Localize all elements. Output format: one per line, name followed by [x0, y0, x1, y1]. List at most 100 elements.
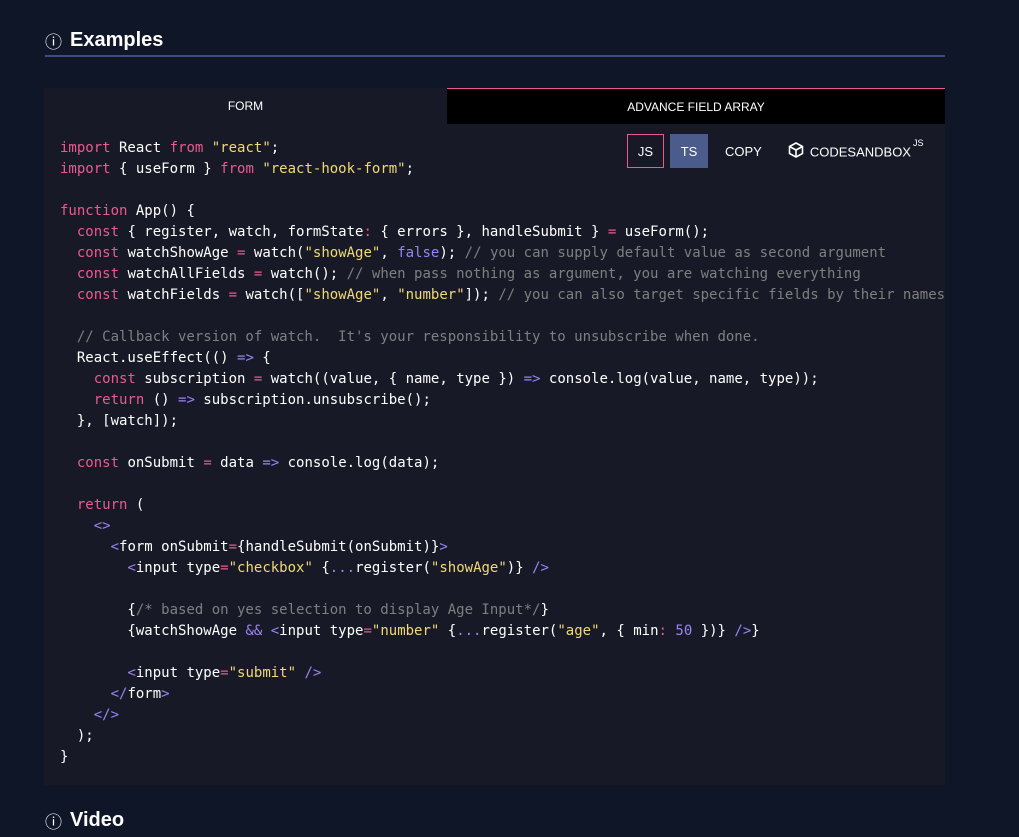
code-line: } — [60, 747, 945, 768]
code-token: ]); — [464, 287, 499, 303]
code-token: /> — [304, 665, 322, 681]
code-token: ... — [456, 623, 482, 639]
js-button[interactable]: JS — [627, 134, 664, 168]
tab-form[interactable]: FORM — [44, 88, 447, 124]
video-title: Video — [70, 809, 125, 831]
code-token: const — [76, 224, 120, 240]
code-token: from — [220, 161, 254, 177]
code-line: const { register, watch, formState: { er… — [60, 222, 945, 243]
code-token: = — [228, 287, 238, 303]
ts-button[interactable]: TS — [670, 134, 708, 168]
code-token: React.useEffect(() — [60, 350, 238, 366]
code-token: { errors }, handleSubmit } — [371, 224, 608, 240]
code-token: > — [161, 686, 170, 702]
code-token: = — [220, 560, 229, 576]
code-token: "checkbox" — [228, 560, 313, 576]
code-line: <input type="submit" /> — [60, 663, 945, 684]
code-toolbar: JS TS COPY CODESANDBOXJS — [627, 134, 924, 168]
code-line: </form> — [60, 684, 945, 705]
code-token: { — [60, 602, 136, 618]
code-token: )} — [506, 560, 533, 576]
code-token: , — [380, 245, 398, 261]
code-token: // Callback version of watch. It's your … — [76, 329, 760, 345]
code-token: watch([ — [237, 287, 305, 303]
codesandbox-label: CODESANDBOX — [809, 144, 911, 160]
docs-page: ⓘ Examples FORM ADVANCE FIELD ARRAY impo… — [0, 0, 1019, 837]
code-line: return ( — [60, 495, 945, 516]
code-line: const onSubmit = data => console.log(dat… — [60, 453, 945, 474]
code-token: { useForm } — [110, 161, 221, 177]
code-token: watch((value, { name, type }) — [262, 371, 524, 387]
code-token: "age" — [557, 623, 600, 639]
code-token: "showAge" — [304, 287, 381, 303]
codesandbox-button[interactable]: CODESANDBOXJS — [788, 134, 924, 168]
code-token: < — [270, 623, 280, 639]
code-line: ); — [60, 726, 945, 747]
code-block: import React from "react"; import { useFo… — [60, 138, 945, 768]
code-token: "showAge" — [304, 245, 381, 261]
code-token: watch( — [245, 245, 305, 261]
code-token: "number" — [397, 287, 465, 303]
code-token: register( — [355, 560, 431, 576]
code-token: : — [363, 224, 372, 240]
code-token: { — [253, 350, 271, 366]
code-token: import — [60, 140, 111, 156]
code-token: })} — [692, 623, 735, 639]
code-token: < — [127, 560, 136, 576]
info-circle-icon: ⓘ — [45, 33, 62, 52]
examples-title: Examples — [70, 29, 164, 51]
code-token: input type — [135, 665, 221, 681]
video-heading[interactable]: ⓘ Video — [45, 808, 124, 833]
code-token: "showAge" — [430, 560, 507, 576]
code-token: useForm(); — [616, 224, 710, 240]
heading-divider — [45, 55, 945, 57]
code-line: const watchAllFields = watch(); // when … — [60, 264, 945, 285]
code-token: : — [658, 623, 667, 639]
code-token: console.log(data); — [279, 455, 440, 471]
tab-advance-field-array[interactable]: ADVANCE FIELD ARRAY — [447, 88, 945, 124]
code-token: "submit" — [228, 665, 297, 681]
codesandbox-cube-icon — [788, 141, 804, 161]
code-line: {watchShowAge && <input type="number" {.… — [60, 621, 945, 642]
code-token: () — [144, 392, 179, 408]
code-token: React — [110, 140, 170, 156]
code-line: // Callback version of watch. It's your … — [60, 327, 945, 348]
code-token: // when pass nothing as argument, you ar… — [346, 266, 861, 282]
code-token: { — [312, 560, 330, 576]
code-token: form — [127, 686, 162, 702]
code-token: 50 — [675, 623, 693, 639]
code-token: = — [228, 539, 238, 555]
code-token: false — [397, 245, 440, 261]
code-token: , { min — [599, 623, 659, 639]
code-token: } — [60, 749, 69, 765]
code-token: App() { — [127, 203, 195, 219]
code-token: }, [watch]); — [60, 413, 179, 429]
code-line: const watchShowAge = watch("showAge", fa… — [60, 243, 945, 264]
code-token: import — [60, 161, 111, 177]
code-line: React.useEffect(() => { — [60, 348, 945, 369]
code-line: function App() { — [60, 201, 945, 222]
copy-button[interactable]: COPY — [725, 134, 762, 168]
code-token: ; — [270, 140, 280, 156]
code-token: function — [60, 203, 128, 219]
examples-heading[interactable]: ⓘ Examples — [45, 28, 163, 53]
code-token: watchAllFields — [119, 266, 254, 282]
code-token: <> — [93, 518, 111, 534]
code-token: return — [93, 392, 145, 408]
code-line: const subscription = watch((value, { nam… — [60, 369, 945, 390]
code-token: => — [262, 455, 280, 471]
code-token: => — [237, 350, 254, 366]
code-token: = — [220, 665, 229, 681]
